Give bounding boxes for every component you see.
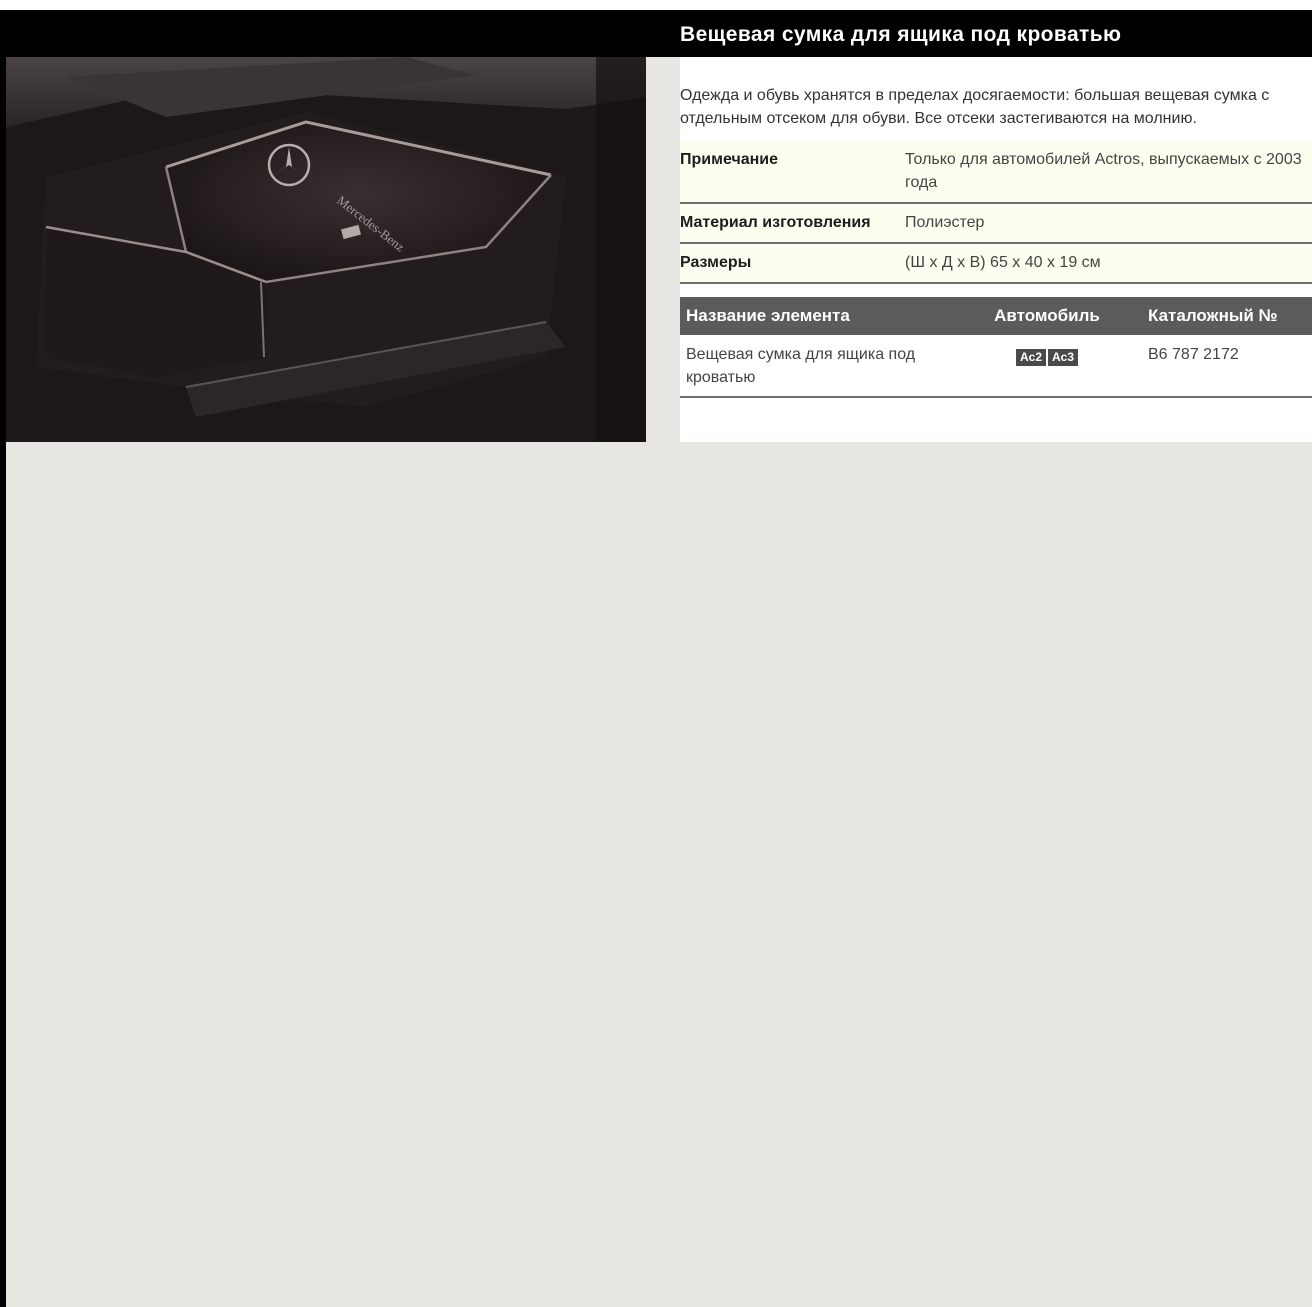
vehicle-badges: Ac2 Ac3 (960, 335, 1134, 398)
catalog-page: Вещевая сумка для ящика под кроватью Mer… (0, 10, 1312, 1307)
column-header-name: Название элемента (680, 297, 960, 335)
spec-label: Примечание (680, 141, 905, 204)
page-title: Вещевая сумка для ящика под кроватью (680, 23, 1122, 46)
product-details: Одежда и обувь хранятся в пределах досяг… (680, 57, 1312, 442)
spec-row-material: Материал изготовления Полиэстер (680, 203, 1312, 244)
spec-row-dimensions: Размеры (Ш х Д х В) 65 х 40 х 19 см (680, 243, 1312, 284)
product-photo: Mercedes-Benz (6, 57, 646, 442)
part-number: B6 787 2172 (1134, 335, 1312, 398)
part-name: Вещевая сумка для ящика под кроватью (680, 335, 960, 398)
spec-row-note: Примечание Только для автомобилей Actros… (680, 141, 1312, 204)
spec-value: (Ш х Д х В) 65 х 40 х 19 см (905, 243, 1312, 284)
parts-table: Название элемента Автомобиль Каталожный … (680, 297, 1312, 398)
column-header-part-number: Каталожный № (1134, 297, 1312, 335)
product-description: Одежда и обувь хранятся в пределах досяг… (680, 87, 1270, 127)
spec-label: Размеры (680, 243, 905, 284)
specs-table: Примечание Только для автомобилей Actros… (680, 141, 1312, 284)
spec-value: Полиэстер (905, 203, 1312, 244)
column-header-vehicle: Автомобиль (960, 297, 1134, 335)
parts-table-header: Название элемента Автомобиль Каталожный … (680, 297, 1312, 335)
table-row: Вещевая сумка для ящика под кроватью Ac2… (680, 335, 1312, 398)
spec-value: Только для автомобилей Actros, выпускаем… (905, 141, 1312, 204)
spec-label: Материал изготовления (680, 203, 905, 244)
vehicle-badge: Ac2 (1015, 349, 1046, 366)
vehicle-badge: Ac3 (1048, 349, 1079, 366)
title-bar: Вещевая сумка для ящика под кроватью (6, 10, 1312, 57)
